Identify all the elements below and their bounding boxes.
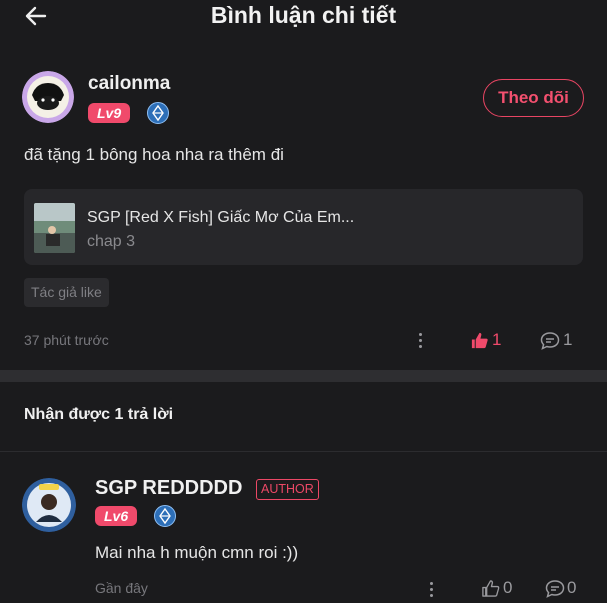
reply-level-badge: Lv6 [95, 506, 138, 526]
reply-text: Mai nha h muộn cmn roi :)) [95, 543, 299, 562]
story-card[interactable] [24, 189, 583, 265]
reply-like-count: 0 [503, 578, 513, 597]
reply-count: 1 [563, 330, 573, 349]
reply-rank-icon [154, 505, 176, 527]
reply-reply-count: 0 [567, 578, 577, 597]
replies-heading: Nhận được 1 trả lời [24, 406, 174, 423]
page-title: Bình luận chi tiết [210, 2, 397, 28]
author-like-tag: Tác giả like [24, 278, 109, 307]
reply-more-options-icon[interactable] [430, 582, 434, 600]
reply-thumbs-up-icon[interactable] [481, 579, 500, 598]
follow-button[interactable]: Theo dõi [483, 79, 584, 117]
thumbs-up-icon[interactable] [470, 331, 489, 350]
comment-text: đã tặng 1 bông hoa nha ra thêm đi [24, 145, 284, 164]
reply-time: Gần đây [95, 580, 148, 596]
like-count: 1 [492, 330, 502, 349]
level-badge: Lv9 [88, 103, 131, 123]
avatar[interactable] [22, 71, 74, 123]
reply-username[interactable]: SGP REDDDDD [95, 477, 242, 500]
story-title[interactable]: SGP [Red X Fish] Giấc Mơ Của Em... [87, 209, 354, 227]
more-options-icon[interactable] [419, 333, 423, 351]
rank-icon [147, 102, 169, 124]
comment-username[interactable]: cailonma [88, 73, 170, 95]
story-chapter: chap 3 [87, 233, 136, 250]
story-thumbnail[interactable] [34, 203, 75, 253]
author-badge: AUTHOR [256, 479, 319, 500]
reply-reply-icon[interactable] [545, 579, 565, 598]
comment-time: 37 phút trước [24, 332, 109, 348]
section-divider [0, 370, 607, 382]
reply-icon[interactable] [540, 331, 560, 350]
divider-line [0, 451, 607, 452]
reply-avatar[interactable] [22, 478, 76, 532]
